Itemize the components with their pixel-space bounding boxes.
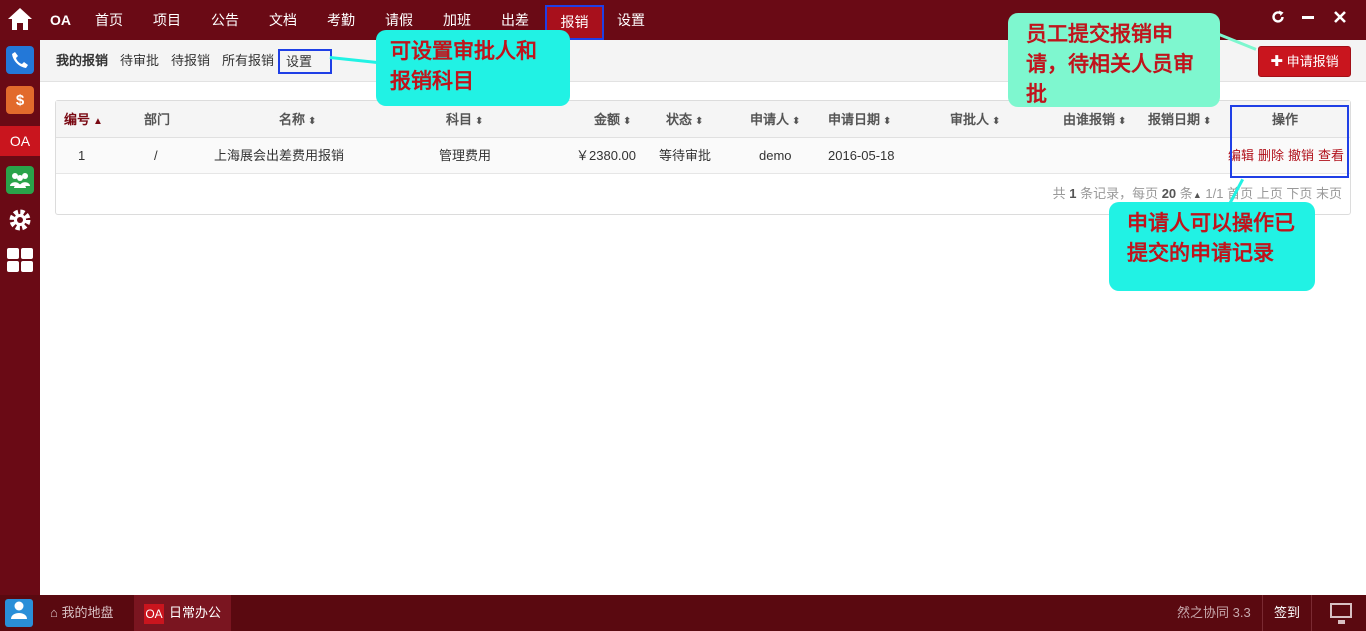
nav-home[interactable]: 首页 <box>95 0 123 40</box>
version-label: 然之协同 3.3 <box>1177 605 1251 620</box>
apply-reimbursement-button[interactable]: ✚ 申请报销 <box>1258 46 1351 77</box>
desktop-icon[interactable] <box>1330 603 1352 624</box>
pager-total-suffix: 条记录，每页 <box>1080 186 1159 201</box>
minimize-icon[interactable] <box>1298 10 1318 28</box>
sort-icon: ⬍ <box>1203 116 1212 127</box>
oa-badge-icon: OA <box>144 603 164 624</box>
subnav-all-reimbursements[interactable]: 所有报销 <box>222 40 274 82</box>
refresh-icon[interactable] <box>1268 10 1288 28</box>
taskbar-my-disk[interactable]: ⌂ 我的地盘 <box>50 595 114 631</box>
subnav-pending-approval[interactable]: 待审批 <box>120 40 159 82</box>
pager-page-size-suffix: 条 <box>1179 186 1193 201</box>
apps-grid-icon[interactable] <box>6 246 34 274</box>
sort-icon: ⬍ <box>883 116 892 127</box>
sort-icon: ⬍ <box>792 116 801 127</box>
oa-app-icon[interactable]: OA <box>0 126 40 156</box>
nav-projects[interactable]: 项目 <box>153 0 181 40</box>
cell-apply-date: 2016-05-18 <box>828 148 895 163</box>
sort-icon: ⬍ <box>308 116 317 127</box>
sort-icon: ⬍ <box>992 116 1001 127</box>
cell-dept: / <box>154 148 158 163</box>
team-icon[interactable] <box>6 166 34 194</box>
cell-subject: 管理费用 <box>439 148 492 163</box>
sort-icon: ⬍ <box>695 116 704 127</box>
money-icon[interactable]: $ <box>6 86 34 114</box>
user-avatar-icon[interactable] <box>5 599 33 627</box>
header-apply-date[interactable]: 申请日期 ⬍ <box>828 101 891 138</box>
caret-up-icon[interactable]: ▲ <box>1193 190 1202 200</box>
subnav-settings[interactable]: 设置 <box>278 49 332 74</box>
nav-attendance[interactable]: 考勤 <box>327 0 355 40</box>
taskbar-daily-office-label: 日常办公 <box>169 605 222 620</box>
home-small-icon: ⌂ <box>50 605 58 620</box>
subnav-pending-reimbursement[interactable]: 待报销 <box>171 40 210 82</box>
callout-apply-note: 员工提交报销申请，待相关人员审批 <box>1008 13 1220 107</box>
cell-id: 1 <box>78 148 86 163</box>
pager-next[interactable]: 下页 <box>1286 186 1312 201</box>
brand-logo: OA <box>50 12 71 28</box>
phone-icon[interactable] <box>6 46 34 74</box>
header-dept: 部门 <box>144 112 171 127</box>
pager-total-prefix: 共 <box>1052 186 1066 201</box>
header-applicant[interactable]: 申请人 ⬍ <box>750 101 800 138</box>
header-name[interactable]: 名称 ⬍ <box>279 101 316 138</box>
header-status[interactable]: 状态 ⬍ <box>666 101 703 138</box>
cell-status: 等待审批 <box>659 148 712 163</box>
reimbursement-table: 编号 ▲ 部门 名称 ⬍ 科目 ⬍ 金额 ⬍ 状态 ⬍ 申请人 ⬍ 申请日期 ⬍ 审批人 ⬍ 由… <box>55 100 1351 215</box>
plus-icon: ✚ <box>1270 53 1283 70</box>
pager: 共 1 条记录，每页 20 条▲ 1/1 首页 上页 下页 末页 <box>1053 183 1342 202</box>
table-row: 1 / 上海展会出差费用报销 管理费用 ￥2380.00 等待审批 demo 2… <box>56 138 1350 174</box>
cell-name: 上海展会出差费用报销 <box>214 148 345 163</box>
nav-announcements[interactable]: 公告 <box>211 0 239 40</box>
pager-page-info: 1/1 <box>1205 186 1224 201</box>
close-icon[interactable] <box>1330 10 1350 28</box>
cell-applicant: demo <box>759 148 792 163</box>
sort-icon: ⬍ <box>1118 116 1127 127</box>
header-id[interactable]: 编号 ▲ <box>64 101 103 138</box>
sort-icon: ⬍ <box>475 116 484 127</box>
pager-page-size[interactable]: 20 <box>1162 186 1176 201</box>
cell-amount: ￥2380.00 <box>576 148 636 163</box>
apply-button-label: 申请报销 <box>1286 54 1339 69</box>
pager-total-count: 1 <box>1069 186 1077 201</box>
gear-icon[interactable] <box>6 206 34 234</box>
nav-documents[interactable]: 文档 <box>269 0 297 40</box>
sort-icon: ⬍ <box>623 116 632 127</box>
taskbar-daily-office[interactable]: OA 日常办公 <box>134 595 232 631</box>
taskbar-my-disk-label: 我的地盘 <box>61 605 114 620</box>
subnav-my-reimbursements[interactable]: 我的报销 <box>56 40 108 82</box>
actions-highlight-box <box>1230 105 1349 178</box>
pager-prev[interactable]: 上页 <box>1257 186 1283 201</box>
sign-in-button[interactable]: 签到 <box>1262 595 1312 631</box>
nav-settings[interactable]: 设置 <box>617 0 645 40</box>
header-subject[interactable]: 科目 ⬍ <box>446 101 483 138</box>
callout-ops-note: 申请人可以操作已提交的申请记录 <box>1109 202 1315 291</box>
header-approver[interactable]: 审批人 ⬍ <box>950 101 1000 138</box>
header-amount[interactable]: 金额 ⬍ <box>594 101 631 138</box>
taskbar: ⌂ 我的地盘 OA 日常办公 然之协同 3.3 签到 <box>0 595 1366 631</box>
app-dock: $ OA <box>0 0 40 631</box>
pager-last[interactable]: 末页 <box>1316 186 1342 201</box>
sort-asc-icon: ▲ <box>93 116 103 127</box>
callout-settings-note: 可设置审批人和报销科目 <box>376 30 570 106</box>
home-icon[interactable] <box>6 5 34 33</box>
